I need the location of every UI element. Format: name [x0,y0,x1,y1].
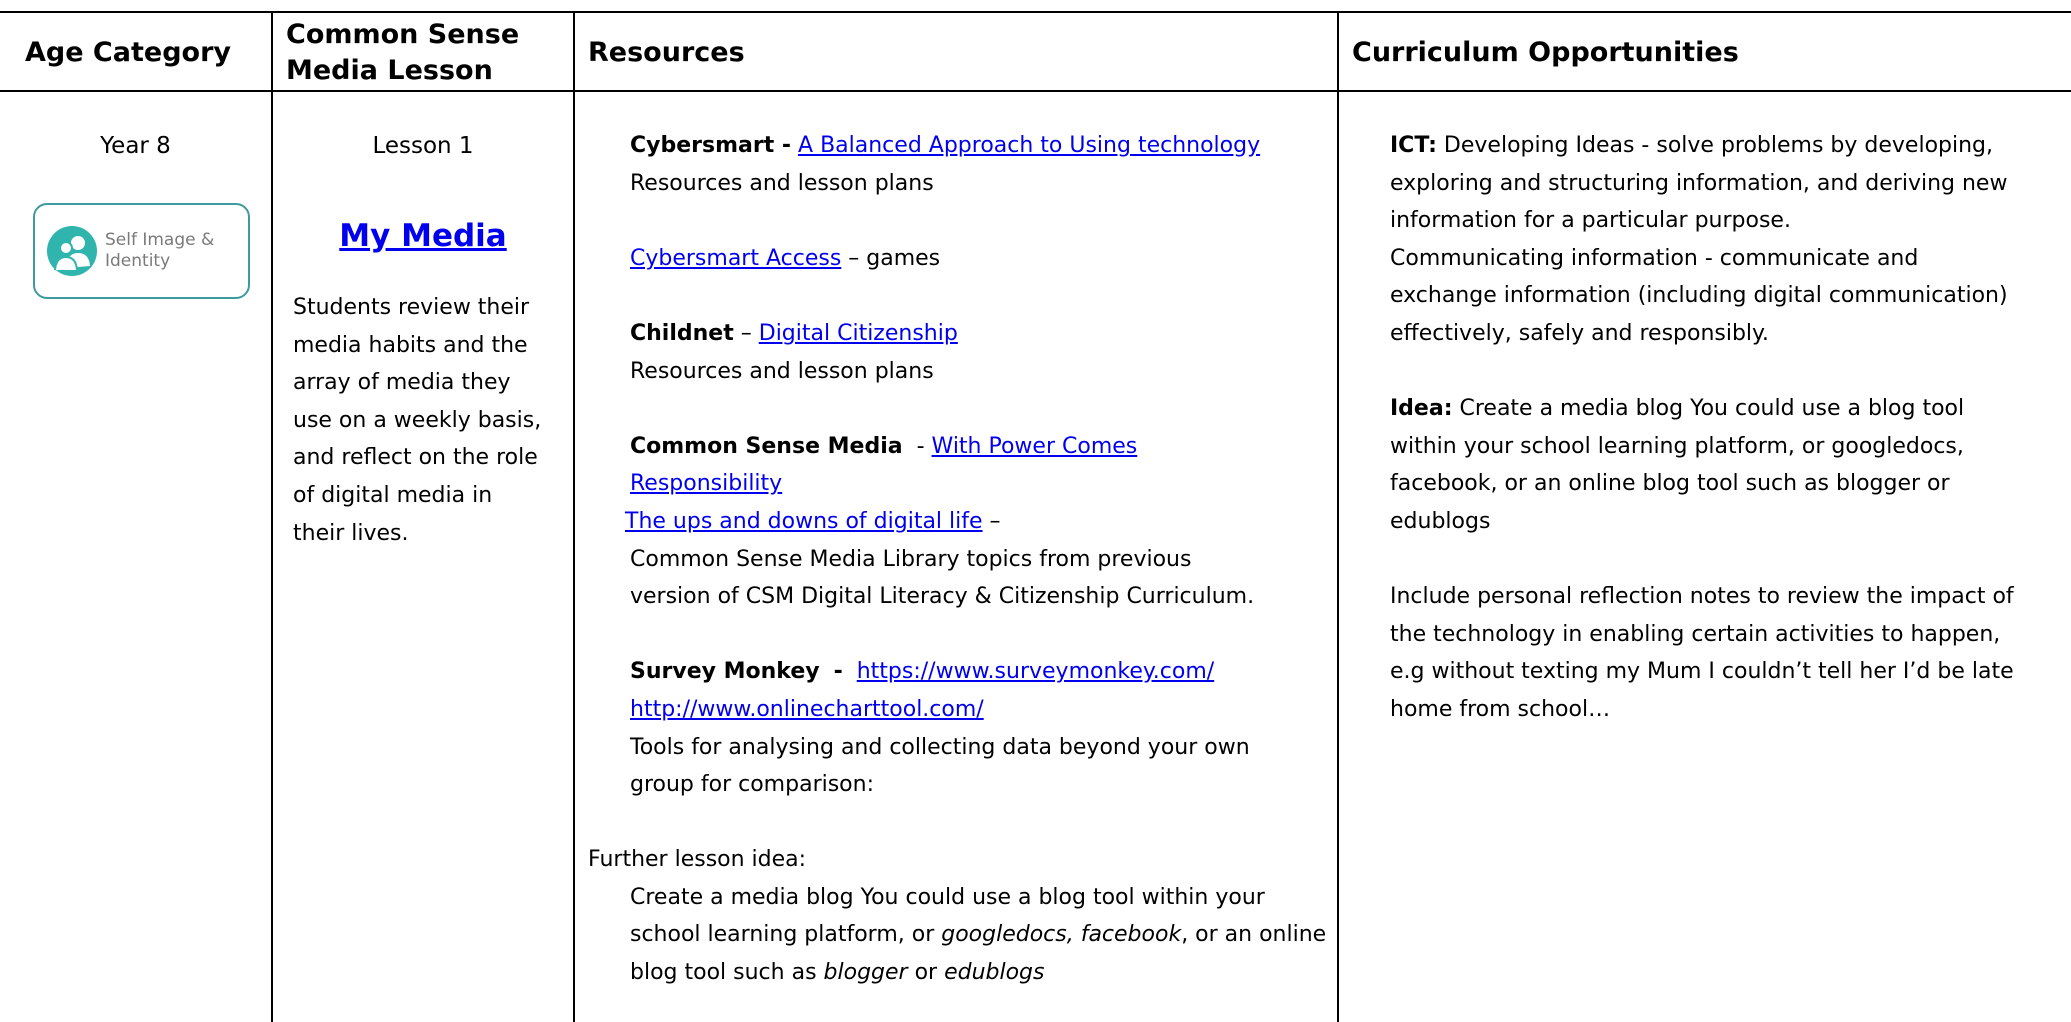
csm-link-continued: Responsibility [630,465,1328,503]
category-badge: Self Image & Identity [33,203,250,299]
ict-line-2: information for a particular purpose. [1390,208,1791,234]
csm-label: Common Sense Media [630,433,903,459]
tools-line2: group for comparison: [630,772,874,798]
header-lesson-line2: Media Lesson [286,55,493,86]
csm-note-line2: version of CSM Digital Literacy & Citize… [630,584,1255,610]
survey-label: Survey Monkey [630,659,820,685]
cybersmart-access-link[interactable]: Cybersmart Access [630,246,841,271]
age-value: Year 8 [0,128,271,166]
header-resources-text: Resources [588,37,745,68]
lesson-desc-line-2: media habits and the [293,332,528,358]
charttool-line: http://www.onlinecharttool.com/ [630,691,1328,729]
tools-line1: Tools for analysing and collecting data … [630,734,1250,760]
table-top-border [0,11,2071,13]
responsibility-link[interactable]: Responsibility [630,471,782,496]
further-line3-b: blogger [823,960,908,986]
ict-label: ICT: [1390,133,1437,158]
resources-content: Cybersmart - A Balanced Approach to Usin… [588,127,1328,992]
childnet-line: Childnet – Digital Citizenship [630,315,1328,353]
survey-line: Survey Monkey - https://www.surveymonkey… [630,653,1328,691]
lesson-desc-line-3: array of media they [293,370,511,396]
further-line3-d: edublogs [944,960,1045,986]
ups-line: The ups and downs of digital life – [588,503,1328,541]
header-divider [0,90,2071,92]
age-value-text: Year 8 [100,133,171,159]
idea-line-2: facebook, or an online blog tool such as… [1390,471,1950,497]
lesson-desc-line-1: Students review their [293,295,530,320]
curriculum-content: ICT: Developing Ideas - solve problems b… [1390,127,2050,729]
idea-label: Idea: [1390,396,1453,422]
ups-dash: – [989,508,1001,534]
badge-label: Self Image & Identity [105,230,214,272]
badge-label-line1: Self Image & [105,230,215,250]
reflect-line-3: e.g without texting my Mum I couldn’t te… [1390,659,2014,685]
ict-line1: ICT: Developing Ideas - solve problems b… [1390,127,2050,165]
ict-line-3: Communicating information - communicate … [1390,245,1919,271]
cybersmart-link[interactable]: A Balanced Approach to Using technology [798,133,1260,158]
lesson-desc-line-5: and reflect on the role [293,445,538,471]
header-age-category: Age Category [25,18,231,88]
csm-dash: - [916,433,925,459]
access-line: Cybersmart Access – games [630,240,1328,278]
further-line3-a: blog tool such as [630,960,824,986]
idea-line-3: edublogs [1390,508,1491,534]
further-line3-c: or [907,960,945,986]
header-curriculum-text: Curriculum Opportunities [1352,37,1739,68]
header-curriculum: Curriculum Opportunities [1352,18,1739,88]
digital-citizenship-link[interactable]: Digital Citizenship [759,321,958,346]
header-lesson: Common Sense Media Lesson [286,18,519,88]
access-note: – games [848,245,941,271]
cybersmart-note: Resources and lesson plans [630,170,934,196]
reflection-notes: Include personal reflection notes to rev… [1390,578,2050,728]
reflect-line-2: the technology in enabling certain activ… [1390,621,2001,647]
ict-line-1: exploring and structuring information, a… [1390,170,2008,196]
lesson-description: Students review their media habits and th… [293,289,563,552]
further-line2-c: , or an online [1181,922,1327,948]
lesson-number-text: Lesson 1 [372,133,474,159]
survey-dash: - [833,659,843,685]
onlinecharttool-link[interactable]: http://www.onlinecharttool.com/ [630,697,984,722]
reflect-line-4: home from school… [1390,696,1611,722]
header-lesson-line1: Common Sense [286,19,520,50]
lesson-number: Lesson 1 [273,128,573,166]
further-line1: Create a media blog You could use a blog… [630,884,1265,910]
further-line2-a: school learning platform, or [630,922,942,948]
with-power-link[interactable]: With Power Comes [932,434,1138,459]
surveymonkey-link[interactable]: https://www.surveymonkey.com/ [857,659,1214,684]
lesson-desc-line-7: their lives. [293,520,409,546]
further-line3: blog tool such as blogger or edublogs [630,954,1328,992]
further-line2-b: googledocs, facebook [941,922,1182,948]
childnet-dash: – [740,320,752,346]
lesson-title-link[interactable]: My Media [339,218,506,254]
lesson-desc-line-4: use on a weekly basis, [293,407,542,433]
cybersmart-label: Cybersmart - [630,133,792,158]
cybersmart-line: Cybersmart - A Balanced Approach to Usin… [630,127,1328,165]
csm-line: Common Sense Media - With Power Comes [630,428,1328,466]
further-line2: school learning platform, or googledocs,… [630,916,1328,954]
idea-rest: within your school learning platform, or… [1390,428,2050,541]
ict-line1-text: Developing Ideas - solve problems by dev… [1436,133,1994,158]
column-divider-3 [1337,12,1339,1022]
badge-label-line2: Identity [105,251,171,271]
idea-line1: Idea: Create a media blog You could use … [1390,390,2050,428]
childnet-note: Resources and lesson plans [630,358,934,384]
idea-line-1: within your school learning platform, or… [1390,433,1964,459]
reflect-line-1: Include personal reflection notes to rev… [1390,584,2014,610]
header-age-text: Age Category [25,37,231,68]
csm-note-line1: Common Sense Media Library topics from p… [630,546,1192,572]
idea-line1-text: Create a media blog You could use a blog… [1452,396,1965,422]
childnet-label: Childnet [630,320,734,346]
ict-rest: exploring and structuring information, a… [1390,165,2050,353]
column-divider-2 [573,12,575,1022]
header-resources: Resources [588,18,745,88]
further-label: Further lesson idea: [588,847,807,873]
lesson-title[interactable]: My Media [273,218,573,256]
ict-line-5: effectively, safely and responsibly. [1390,320,1769,346]
lesson-desc-line-6: of digital media in [293,482,493,508]
ups-downs-link[interactable]: The ups and downs of digital life [625,509,983,534]
ict-line-4: exchange information (including digital … [1390,283,2008,309]
people-icon [47,226,97,276]
